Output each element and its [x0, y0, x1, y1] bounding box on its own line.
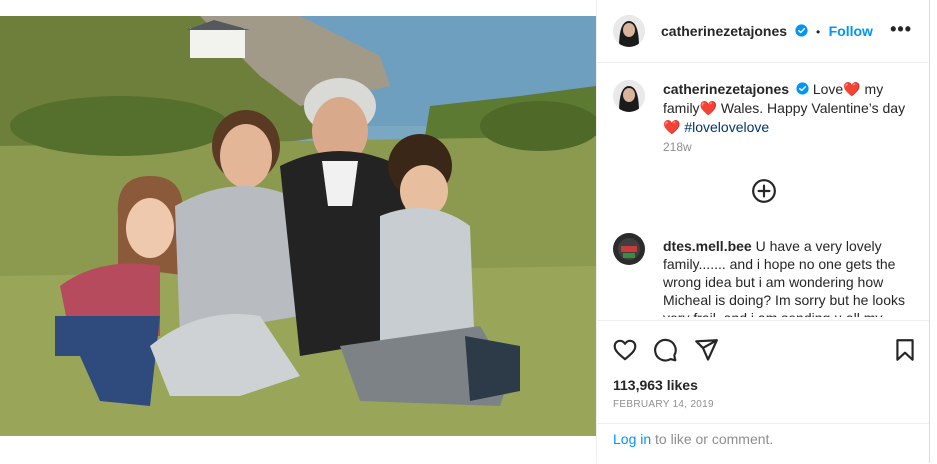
likes-count[interactable]: 113,963 likes: [613, 377, 698, 393]
comment-icon[interactable]: [652, 337, 678, 363]
heart-emoji: ❤️: [843, 81, 861, 97]
verified-icon: [796, 82, 809, 95]
hashtag-link[interactable]: #lovelovelove: [684, 119, 769, 135]
post-side-panel: catherinezetajones • Follow ••• catherin: [596, 0, 930, 463]
instagram-post: catherinezetajones • Follow ••• catherin: [0, 0, 937, 463]
commenter-username[interactable]: dtes.mell.bee: [663, 238, 752, 254]
post-header: catherinezetajones • Follow •••: [597, 0, 930, 63]
heart-emoji: ❤️: [699, 100, 717, 116]
post-photo[interactable]: [0, 16, 596, 436]
follow-button[interactable]: Follow: [829, 23, 873, 39]
author-avatar[interactable]: [613, 15, 645, 47]
header-author-line: catherinezetajones • Follow: [661, 23, 873, 41]
family-photo: [0, 16, 596, 436]
post-actions: 113,963 likes FEBRUARY 14, 2019: [597, 320, 930, 424]
add-comment-icon[interactable]: [751, 178, 777, 204]
caption-avatar[interactable]: [613, 80, 645, 112]
avatar-image: [613, 233, 645, 265]
comment-item: dtes.mell.bee U have a very lovely famil…: [613, 233, 913, 317]
caption-username[interactable]: catherinezetajones: [663, 81, 789, 97]
comment-text-block: dtes.mell.bee U have a very lovely famil…: [663, 237, 913, 317]
caption-part3: Wales. Happy Valentine’s day: [720, 100, 906, 116]
share-icon[interactable]: [693, 337, 719, 363]
post-time-ago: 218w: [663, 140, 692, 154]
window-edge: [929, 0, 930, 463]
caption-part1: Love: [812, 81, 844, 97]
more-options-icon[interactable]: •••: [890, 20, 912, 38]
heart-emoji: ❤️: [663, 119, 681, 135]
login-rest: to like or comment.: [651, 431, 774, 447]
author-username[interactable]: catherinezetajones: [661, 23, 787, 39]
login-prompt: Log in to like or comment.: [597, 423, 930, 464]
avatar-image: [613, 80, 645, 112]
verified-icon: [794, 24, 808, 37]
header-separator: •: [815, 25, 821, 39]
post-date: FEBRUARY 14, 2019: [613, 399, 714, 410]
login-text: Log in to like or comment.: [613, 431, 773, 447]
login-link[interactable]: Log in: [613, 431, 651, 447]
commenter-avatar[interactable]: [613, 233, 645, 265]
bookmark-icon[interactable]: [892, 337, 918, 363]
avatar-image: [613, 15, 645, 47]
heart-icon[interactable]: [612, 337, 638, 363]
caption-text: catherinezetajones Love❤️ my family❤️ Wa…: [663, 80, 913, 137]
